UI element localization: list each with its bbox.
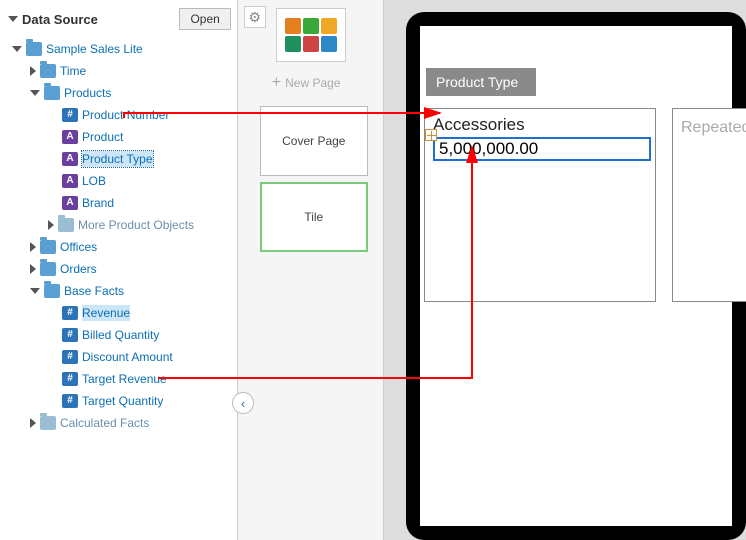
measure-icon: #: [62, 372, 78, 386]
tree-label: More Product Objects: [78, 217, 194, 233]
tree-label: Discount Amount: [82, 349, 173, 365]
tree-item-more-product-objects[interactable]: More Product Objects: [4, 214, 237, 236]
device-screen[interactable]: Product Type Accessories 5,000,000.00 Re…: [420, 26, 732, 526]
tree-label: Orders: [60, 261, 97, 277]
attribute-icon: A: [62, 130, 78, 144]
folder-icon: [40, 240, 56, 254]
tree-label: Products: [64, 85, 111, 101]
tile-repeated-placeholder[interactable]: Repeated: [672, 108, 746, 302]
measure-icon: #: [62, 350, 78, 364]
tree-item-product[interactable]: A Product: [4, 126, 237, 148]
device-frame: Product Type Accessories 5,000,000.00 Re…: [406, 12, 746, 540]
measure-icon: #: [62, 328, 78, 342]
tree-item-offices[interactable]: Offices: [4, 236, 237, 258]
tree-label: Calculated Facts: [60, 415, 149, 431]
attribute-icon: A: [62, 152, 78, 166]
measure-icon: #: [62, 394, 78, 408]
data-source-tree: Sample Sales Lite Time Products # Produc…: [0, 36, 237, 434]
chart-type-thumbnail[interactable]: [276, 8, 346, 62]
tree-label: Product Type: [82, 151, 153, 167]
tree-item-base-facts[interactable]: Base Facts: [4, 280, 237, 302]
expand-icon[interactable]: [30, 90, 40, 96]
tree-label: Base Facts: [64, 283, 124, 299]
attribute-icon: A: [62, 196, 78, 210]
tree-item-billed-quantity[interactable]: # Billed Quantity: [4, 324, 237, 346]
gear-icon: ⚙: [249, 9, 262, 26]
tree-item-target-quantity[interactable]: # Target Quantity: [4, 390, 237, 412]
measure-icon: #: [62, 306, 78, 320]
tree-item-target-revenue[interactable]: # Target Revenue: [4, 368, 237, 390]
panel-collapse-icon[interactable]: [8, 16, 18, 22]
folder-icon: [40, 416, 56, 430]
tree-root[interactable]: Sample Sales Lite: [4, 38, 237, 60]
tree-label: Time: [60, 63, 86, 79]
folder-icon: [44, 284, 60, 298]
attribute-icon: A: [62, 174, 78, 188]
folder-icon: [44, 86, 60, 100]
tree-label: Billed Quantity: [82, 327, 159, 343]
tree-label: Target Quantity: [82, 393, 163, 409]
new-page-button[interactable]: + New Page: [272, 74, 341, 92]
panel-title-text: Data Source: [22, 12, 98, 27]
tree-label: Target Revenue: [82, 371, 167, 387]
tree-label: Brand: [82, 195, 114, 211]
measure-icon: #: [62, 108, 78, 122]
tree-item-discount-amount[interactable]: # Discount Amount: [4, 346, 237, 368]
tree-item-calculated-facts[interactable]: Calculated Facts: [4, 412, 237, 434]
field-badge-product-type[interactable]: Product Type: [426, 68, 536, 96]
design-canvas: Product Type Accessories 5,000,000.00 Re…: [384, 0, 746, 540]
expand-icon[interactable]: [30, 288, 40, 294]
page-card-label: Tile: [304, 210, 323, 224]
folder-icon: [40, 64, 56, 78]
tree-item-orders[interactable]: Orders: [4, 258, 237, 280]
expand-icon[interactable]: [30, 242, 36, 252]
page-card-cover[interactable]: Cover Page: [260, 106, 368, 176]
tree-item-revenue[interactable]: # Revenue: [4, 302, 237, 324]
plus-icon: +: [272, 74, 281, 92]
tree-item-lob[interactable]: A LOB: [4, 170, 237, 192]
expand-icon[interactable]: [30, 66, 36, 76]
panel-title: Data Source: [8, 12, 98, 27]
open-button[interactable]: Open: [179, 8, 230, 30]
move-handle-icon[interactable]: [425, 129, 437, 141]
collapse-sidebar-button[interactable]: ‹: [232, 392, 254, 414]
tile-value[interactable]: 5,000,000.00: [433, 137, 651, 161]
folder-icon: [58, 218, 74, 232]
folder-icon: [26, 42, 42, 56]
tree-item-product-number[interactable]: # Product Number: [4, 104, 237, 126]
settings-button[interactable]: ⚙: [244, 6, 266, 28]
expand-icon[interactable]: [48, 220, 54, 230]
tree-item-product-type[interactable]: A Product Type: [4, 148, 237, 170]
tree-item-time[interactable]: Time: [4, 60, 237, 82]
tree-label: Product: [82, 129, 123, 145]
tree-label: Offices: [60, 239, 97, 255]
tree-item-products[interactable]: Products: [4, 82, 237, 104]
tile-title: Accessories: [433, 115, 647, 135]
tile-accessories[interactable]: Accessories 5,000,000.00: [424, 108, 656, 302]
expand-icon[interactable]: [12, 46, 22, 52]
folder-icon: [40, 262, 56, 276]
page-navigator: ⚙ + New Page Cover Page Tile: [238, 0, 384, 540]
tree-label: Revenue: [82, 305, 130, 321]
tree-item-brand[interactable]: A Brand: [4, 192, 237, 214]
expand-icon[interactable]: [30, 264, 36, 274]
chevron-left-icon: ‹: [241, 396, 245, 411]
page-card-label: Cover Page: [282, 134, 345, 148]
tree-label: LOB: [82, 173, 106, 189]
new-page-label: New Page: [285, 76, 340, 90]
placeholder-label: Repeated: [681, 119, 746, 136]
page-card-tile[interactable]: Tile: [260, 182, 368, 252]
expand-icon[interactable]: [30, 418, 36, 428]
tree-label: Product Number: [82, 107, 169, 123]
data-source-panel: Data Source Open Sample Sales Lite Time …: [0, 0, 238, 540]
tree-label: Sample Sales Lite: [46, 41, 143, 57]
